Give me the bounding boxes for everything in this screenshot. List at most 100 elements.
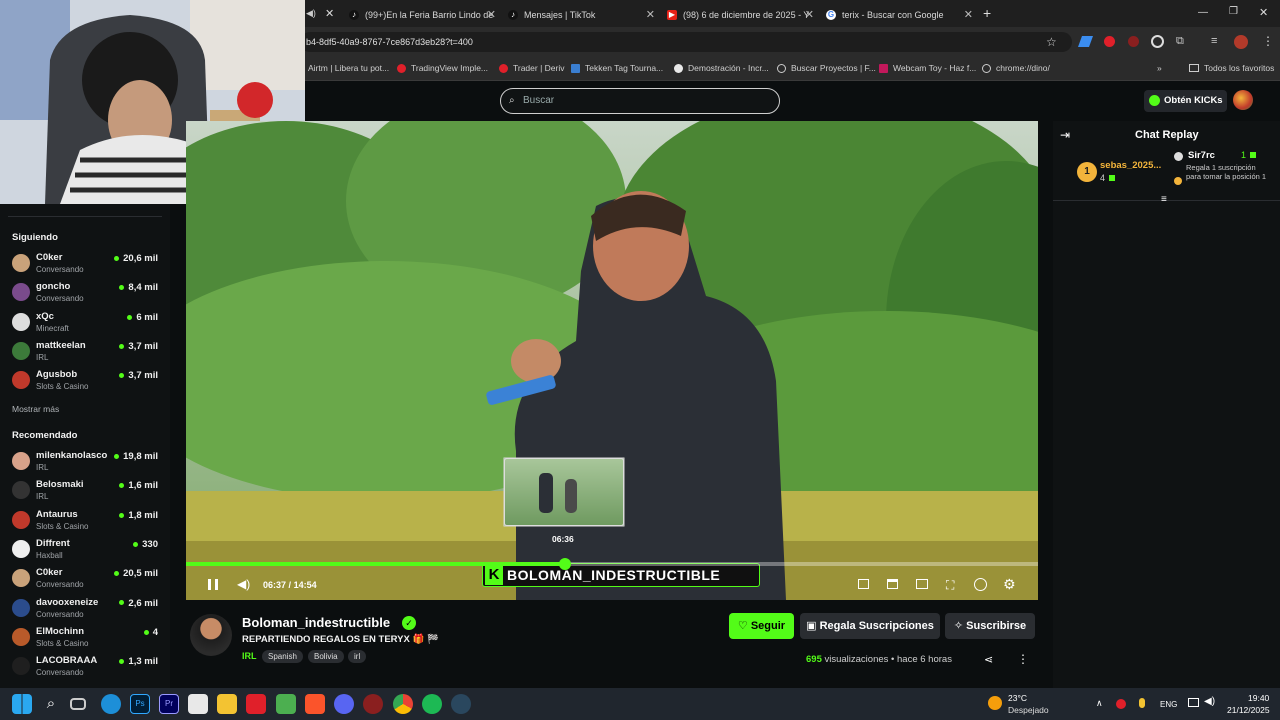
- clock-date[interactable]: 21/12/2025: [1227, 705, 1270, 715]
- steam-icon[interactable]: [451, 694, 471, 714]
- sidebar-channel[interactable]: C0ker Conversando 20,5 mil: [12, 567, 162, 595]
- clock-time[interactable]: 19:40: [1248, 693, 1269, 703]
- bookmark-item[interactable]: Buscar Proyectos | F...: [777, 61, 876, 75]
- extension-icon[interactable]: [1151, 35, 1164, 48]
- pip-icon[interactable]: [858, 579, 869, 589]
- gifter-leaderboard[interactable]: 1 sebas_2025... 4: [1075, 152, 1170, 188]
- store-icon[interactable]: [188, 694, 208, 714]
- bookmark-star-icon[interactable]: ☆: [1046, 35, 1057, 49]
- tag-chip[interactable]: Bolivia: [308, 650, 344, 663]
- tab-close-icon[interactable]: ✕: [487, 8, 496, 21]
- channel-avatar[interactable]: [190, 614, 232, 656]
- microphone-icon[interactable]: [1139, 698, 1145, 708]
- tag-chip[interactable]: irl: [348, 650, 367, 663]
- sidebar-channel[interactable]: davooxeneize Conversando 2,6 mil: [12, 597, 162, 625]
- new-tab-icon[interactable]: +: [983, 5, 991, 21]
- sidebar-channel[interactable]: mattkeelan IRL 3,7 mil: [12, 340, 162, 368]
- sidebar-channel[interactable]: Diffrent Haxball 330: [12, 538, 162, 566]
- language-indicator[interactable]: ENG: [1160, 700, 1177, 709]
- browser-tab[interactable]: ♪ Mensajes | TikTok ✕: [502, 4, 659, 26]
- tab-close-icon[interactable]: ✕: [325, 7, 334, 20]
- collapse-chat-icon[interactable]: ⇥: [1060, 128, 1070, 142]
- browser-tab[interactable]: ▶ (98) 6 de diciembre de 2025 - Y ✕: [661, 4, 818, 26]
- tab-close-icon[interactable]: ✕: [964, 8, 973, 21]
- video-player[interactable]: 06:36 K BOLOMAN_INDESTRUCTIBLE ◀) 06:37 …: [186, 121, 1038, 600]
- expand-leaderboard-icon[interactable]: ≡: [1161, 194, 1167, 205]
- bookmarks-overflow-icon[interactable]: »: [1157, 61, 1162, 75]
- network-icon[interactable]: [1188, 698, 1199, 707]
- volume-icon[interactable]: ◀): [1204, 696, 1215, 707]
- deriv-icon[interactable]: [246, 694, 266, 714]
- channel-name[interactable]: Boloman_indestructible: [242, 615, 390, 630]
- extension-icon[interactable]: [1128, 36, 1139, 47]
- get-kicks-button[interactable]: Obtén KICKs: [1144, 90, 1227, 112]
- sidebar-channel[interactable]: Belosmaki IRL 1,6 mil: [12, 479, 162, 507]
- photoshop-icon[interactable]: Ps: [130, 694, 150, 714]
- show-more-link[interactable]: Mostrar más: [12, 404, 59, 414]
- windows-start-icon[interactable]: [12, 694, 32, 714]
- speed-icon[interactable]: [974, 578, 987, 591]
- chrome-icon[interactable]: [393, 694, 413, 714]
- maximize-icon[interactable]: ❐: [1229, 6, 1238, 17]
- bookmark-item[interactable]: Trader | Deriv: [499, 61, 565, 75]
- gift-subs-button[interactable]: ▣ Regala Suscripciones: [800, 613, 940, 639]
- premiere-icon[interactable]: Pr: [159, 694, 179, 714]
- bookmark-item[interactable]: Airtm | Libera tu pot...: [308, 61, 389, 75]
- user-avatar[interactable]: [1233, 90, 1253, 110]
- tab-audio-icon[interactable]: ◀): [306, 8, 316, 19]
- tray-app-icon[interactable]: [1116, 699, 1126, 709]
- sidebar-channel[interactable]: Agusbob Slots & Casino 3,7 mil: [12, 369, 162, 397]
- browser-tab[interactable]: G terix - Buscar con Google ✕: [820, 4, 977, 26]
- media-control-icon[interactable]: ≡: [1211, 35, 1217, 47]
- tab-close-icon[interactable]: ✕: [805, 8, 814, 21]
- sidebar-channel[interactable]: LACOBRAAA Conversando 1,3 mil: [12, 655, 162, 683]
- all-bookmarks[interactable]: Todos los favoritos: [1189, 61, 1274, 75]
- weather-temp[interactable]: 23°C: [1008, 693, 1027, 703]
- url-field[interactable]: b4-8df5-40a9-8767-7ce867d3eb28?t=400: [300, 32, 1072, 52]
- browser-tab[interactable]: ♪ (99+)En la Feria Barrio Lindo de ✕: [343, 4, 500, 26]
- category-link[interactable]: IRL: [242, 651, 257, 661]
- minecraft-icon[interactable]: [276, 694, 296, 714]
- spotify-icon[interactable]: [422, 694, 442, 714]
- tray-chevron-icon[interactable]: ∧: [1096, 698, 1103, 709]
- extensions-puzzle-icon[interactable]: ⧉: [1176, 35, 1184, 48]
- app-icon[interactable]: [363, 694, 383, 714]
- channel-name: goncho: [36, 281, 71, 293]
- weather-desc[interactable]: Despejado: [1008, 705, 1049, 715]
- sidebar-channel[interactable]: goncho Conversando 8,4 mil: [12, 281, 162, 309]
- sidebar-channel[interactable]: ElMochinn Slots & Casino 4: [12, 626, 162, 654]
- sidebar-channel[interactable]: Antaurus Slots & Casino 1,8 mil: [12, 509, 162, 537]
- sidebar-channel[interactable]: C0ker Conversando 20,6 mil: [12, 252, 162, 280]
- bookmark-item[interactable]: Demostración - Incr...: [674, 61, 769, 75]
- file-explorer-icon[interactable]: [217, 694, 237, 714]
- edge-icon[interactable]: [101, 694, 121, 714]
- sidebar-channel[interactable]: xQc Minecraft 6 mil: [12, 311, 162, 339]
- share-icon[interactable]: ⋖: [984, 653, 993, 666]
- tab-close-icon[interactable]: ✕: [646, 8, 655, 21]
- sidebar-channel[interactable]: milenkanolasco IRL 19,8 mil: [12, 450, 162, 478]
- clip-icon[interactable]: [887, 579, 898, 589]
- pause-icon[interactable]: [208, 579, 218, 590]
- minimize-icon[interactable]: —: [1198, 7, 1208, 18]
- follow-button[interactable]: ♡ Seguir: [729, 613, 794, 639]
- tag-chip[interactable]: Spanish: [262, 650, 303, 663]
- discord-icon[interactable]: [334, 694, 354, 714]
- bookmark-item[interactable]: Webcam Toy - Haz f...: [879, 61, 976, 75]
- more-options-icon[interactable]: ⋮: [1017, 652, 1029, 666]
- chrome-menu-icon[interactable]: ⋮: [1262, 34, 1274, 48]
- profile-avatar[interactable]: [1234, 35, 1248, 49]
- settings-gear-icon[interactable]: ⚙: [1003, 576, 1016, 593]
- bookmark-item[interactable]: Tekken Tag Tourna...: [571, 61, 663, 75]
- search-icon[interactable]: ⌕: [41, 694, 61, 714]
- extension-icon[interactable]: [1104, 36, 1115, 47]
- task-view-icon[interactable]: [70, 698, 86, 710]
- subscribe-button[interactable]: ✧ Suscribirse: [945, 613, 1035, 639]
- brave-icon[interactable]: [305, 694, 325, 714]
- volume-icon[interactable]: ◀): [237, 577, 250, 591]
- bookmark-item[interactable]: chrome://dino/: [982, 61, 1050, 75]
- theater-mode-icon[interactable]: [916, 579, 928, 589]
- search-input[interactable]: ⌕ Buscar: [500, 88, 780, 114]
- fullscreen-icon[interactable]: ⛶: [946, 578, 954, 593]
- close-window-icon[interactable]: ✕: [1259, 6, 1268, 19]
- bookmark-item[interactable]: TradingView Imple...: [397, 61, 488, 75]
